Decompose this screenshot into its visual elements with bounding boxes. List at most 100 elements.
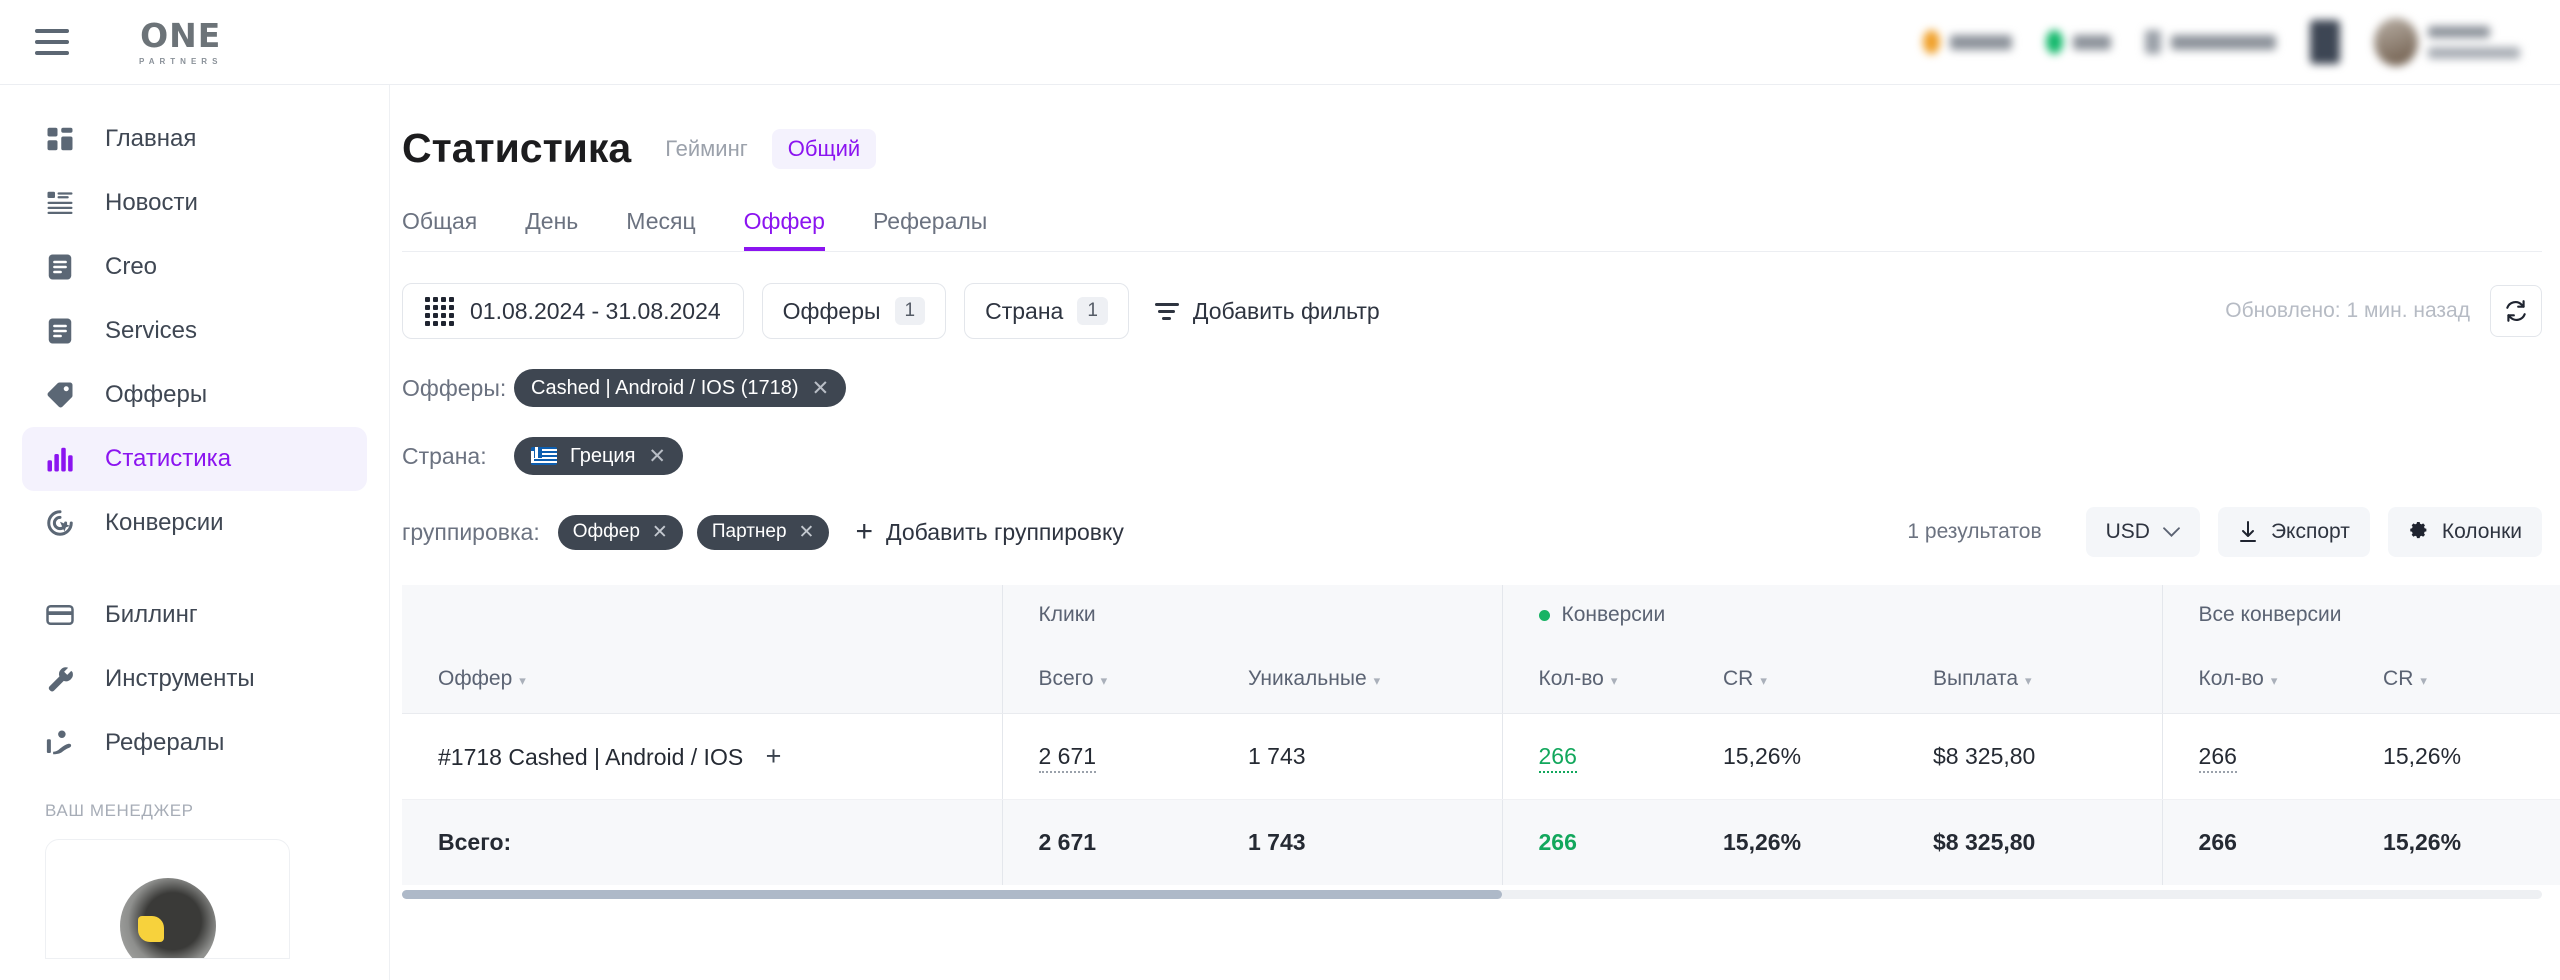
tab-3[interactable]: Месяц [626,208,695,251]
tag-icon [45,380,79,410]
sidebar-item-10[interactable]: Рефералы [22,711,367,775]
manager-card[interactable] [45,839,290,959]
filter-bar: 01.08.2024 - 31.08.2024 Офферы 1 Страна … [402,283,2560,339]
grouping-chip-offer[interactable]: Оффер ✕ [558,515,683,550]
credit-card-icon [45,600,79,630]
sidebar: ГлавнаяНовостиCreoServicesОфферыСтатисти… [0,85,390,980]
sidebar-item-3[interactable]: Creo [22,235,367,299]
sidebar-item-1[interactable]: Главная [22,107,367,171]
total-label: Всего: [402,799,1002,885]
close-icon[interactable]: ✕ [652,521,668,544]
col-header-clicks-total[interactable]: Всего▾ [1002,645,1212,713]
col-header-conv-count[interactable]: Кол-во▾ [1502,645,1687,713]
group-header-clicks: Клики [1002,585,1502,645]
menu-toggle-icon[interactable] [35,29,69,55]
col-header-all-cr[interactable]: CR▾ [2347,645,2557,713]
page-subtitle-gaming[interactable]: Гейминг [665,136,748,162]
cell-offer-text: #1718 Cashed | Android / IOS [438,744,743,770]
bar-chart-icon [45,444,79,474]
sidebar-item-label: Рефералы [105,729,224,757]
top-right-account-area[interactable] [1923,18,2520,66]
statistics-table: Клики Конверсии Все конверсии Оффер▾ Все… [402,585,2560,885]
sidebar-item-7[interactable]: Конверсии [22,491,367,555]
selected-offer-chip[interactable]: Cashed | Android / IOS (1718) ✕ [514,369,846,407]
balance-available-value [2073,35,2111,50]
export-button[interactable]: Экспорт [2218,507,2370,557]
cell-clicks-total: 2 671 [1002,713,1212,799]
plus-icon: + [855,517,873,547]
filter-offers-count: 1 [895,297,926,325]
group-header-all-conversions: Все конверсии [2162,585,2560,645]
tab-1[interactable]: Общая [402,208,477,251]
sidebar-item-6[interactable]: Статистика [22,427,367,491]
sort-caret-icon: ▾ [1374,673,1381,688]
total-all-count: 266 [2162,799,2347,885]
col-header-all-count[interactable]: Кол-во▾ [2162,645,2347,713]
sidebar-item-2[interactable]: Новости [22,171,367,235]
selected-country-chip[interactable]: Греция ✕ [514,437,683,475]
cell-offer: #1718 Cashed | Android / IOS + [402,713,1002,799]
tab-5[interactable]: Рефералы [873,208,987,251]
table-row[interactable]: #1718 Cashed | Android / IOS + 2 671 1 7… [402,713,2560,799]
cell-conv-count: 266 [1502,713,1687,799]
calendar-icon [425,297,454,326]
sidebar-gap [0,555,389,583]
page-chip-general[interactable]: Общий [772,129,876,169]
sidebar-item-8[interactable]: Биллинг [22,583,367,647]
contact-phone[interactable] [2145,30,2276,54]
close-icon[interactable]: ✕ [812,376,830,401]
add-grouping-button[interactable]: + Добавить группировку [855,517,1123,547]
total-all-cr: 15,26% [2347,799,2557,885]
logo[interactable]: ONE PARTNERS [139,19,222,66]
filter-offers-label: Офферы [783,298,881,325]
filter-offers-button[interactable]: Офферы 1 [762,283,946,339]
group-header-conversions-label: Конверсии [1562,603,1666,626]
columns-button[interactable]: Колонки [2388,507,2542,557]
user-profile[interactable] [2374,18,2520,66]
col-header-conv-payout[interactable]: Выплата▾ [1897,645,2162,713]
sort-caret-icon: ▾ [2420,673,2427,688]
selected-offer-chip-text: Cashed | Android / IOS (1718) [531,377,799,400]
balance-pending[interactable] [1923,30,2012,54]
grouping-chip-partner[interactable]: Партнер ✕ [697,515,830,550]
col-header-clicks-unique[interactable]: Уникальные▾ [1212,645,1502,713]
green-dot-icon [1539,610,1550,621]
table-group-header-row: Клики Конверсии Все конверсии [402,585,2560,645]
currency-value: USD [2106,520,2150,544]
phone-icon [2145,30,2161,54]
columns-label: Колонки [2442,520,2522,544]
total-clicks-total: 2 671 [1002,799,1212,885]
statistics-table-wrap: Клики Конверсии Все конверсии Оффер▾ Все… [402,585,2548,885]
filter-country-count: 1 [1077,297,1108,325]
date-range-picker[interactable]: 01.08.2024 - 31.08.2024 [402,283,744,339]
currency-select[interactable]: USD [2086,507,2200,557]
horizontal-scrollbar-thumb[interactable] [402,890,1502,899]
dashboard-icon [45,124,79,154]
export-label: Экспорт [2271,520,2350,544]
close-icon[interactable]: ✕ [799,521,815,544]
expand-offer-icon[interactable]: + [766,741,782,771]
add-filter-button[interactable]: Добавить фильтр [1155,298,1380,325]
gear-icon [2408,522,2429,543]
grouping-chip-offer-text: Оффер [573,521,640,543]
cell-clicks-unique: 1 743 [1212,713,1502,799]
refresh-button[interactable] [2490,285,2542,337]
sidebar-item-5[interactable]: Офферы [22,363,367,427]
tab-4[interactable]: Оффер [744,208,825,251]
add-filter-label: Добавить фильтр [1193,298,1380,325]
filter-country-button[interactable]: Страна 1 [964,283,1129,339]
bell-icon [2310,20,2340,64]
sidebar-item-4[interactable]: Services [22,299,367,363]
sidebar-item-9[interactable]: Инструменты [22,647,367,711]
sort-caret-icon: ▾ [1101,673,1108,688]
balance-available[interactable] [2046,30,2111,54]
close-icon[interactable]: ✕ [648,444,666,469]
statistics-tabs: Общая День Месяц Оффер Рефералы [402,208,2560,251]
table-total-row: Всего: 2 671 1 743 266 15,26% $8 325,80 … [402,799,2560,885]
notifications[interactable] [2310,20,2340,64]
wrench-icon [45,664,79,694]
tab-2[interactable]: День [525,208,578,251]
col-header-conv-cr[interactable]: CR▾ [1687,645,1897,713]
col-header-offer[interactable]: Оффер▾ [402,645,1002,713]
total-conv-count: 266 [1502,799,1687,885]
